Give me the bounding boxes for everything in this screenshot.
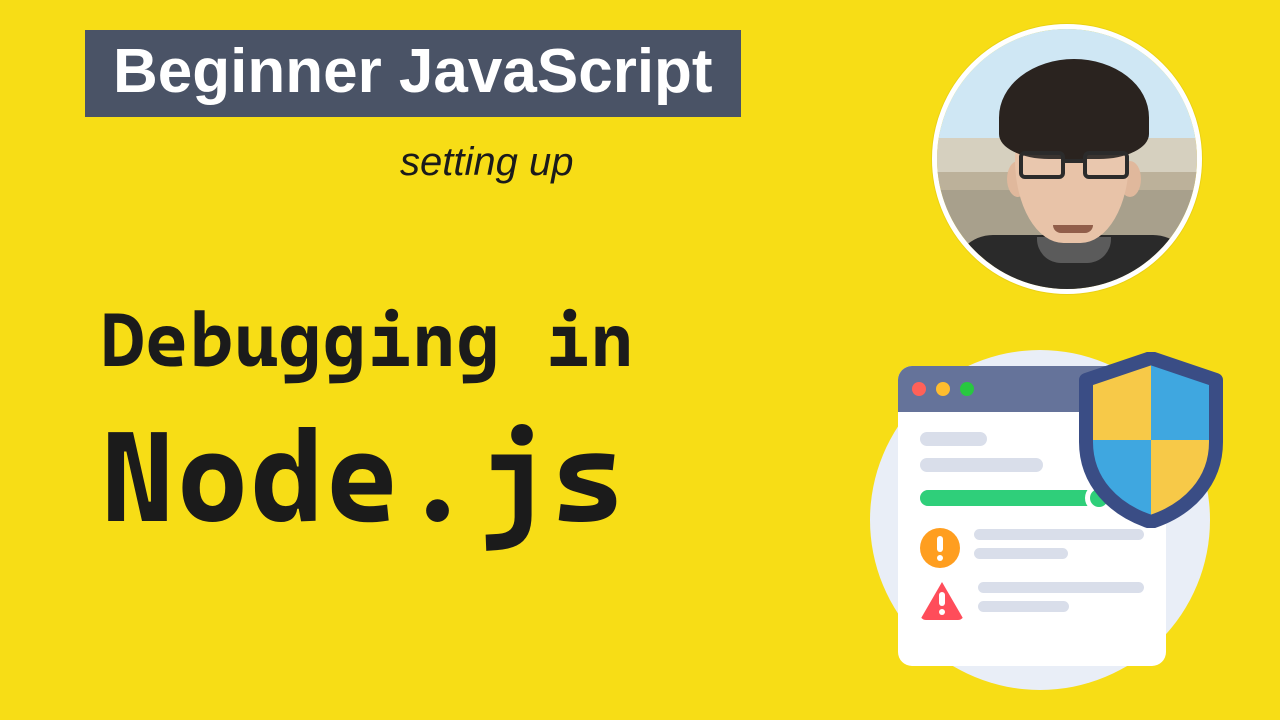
glasses-lens <box>1019 151 1065 179</box>
glasses-icon <box>1019 151 1129 181</box>
series-badge-label: Beginner JavaScript <box>113 37 713 106</box>
list-item <box>920 582 1144 620</box>
minimize-dot-icon <box>936 382 950 396</box>
browser-security-illustration <box>860 330 1220 690</box>
glasses-lens <box>1083 151 1129 179</box>
text-stub <box>978 601 1069 612</box>
text-stub <box>974 548 1068 559</box>
progress-fill <box>920 490 1095 506</box>
title-line-1: Debugging in <box>100 300 634 380</box>
avatar-mouth <box>1053 225 1093 233</box>
text-stub <box>978 582 1144 593</box>
title-line-2: Node.js <box>100 410 634 544</box>
warning-icon <box>920 528 960 568</box>
shield-icon <box>1076 352 1226 528</box>
presenter-avatar <box>932 24 1202 294</box>
series-subtitle: setting up <box>400 140 573 185</box>
text-stub <box>920 458 1043 472</box>
text-stub <box>974 529 1144 540</box>
text-lines <box>974 529 1144 567</box>
text-lines <box>978 582 1144 620</box>
zoom-dot-icon <box>960 382 974 396</box>
series-badge: Beginner JavaScript <box>85 30 741 117</box>
text-stub <box>920 432 987 446</box>
list-item <box>920 528 1144 568</box>
alert-triangle-icon <box>920 582 964 620</box>
main-title: Debugging in Node.js <box>100 300 634 544</box>
glasses-bridge <box>1065 159 1083 163</box>
close-dot-icon <box>912 382 926 396</box>
